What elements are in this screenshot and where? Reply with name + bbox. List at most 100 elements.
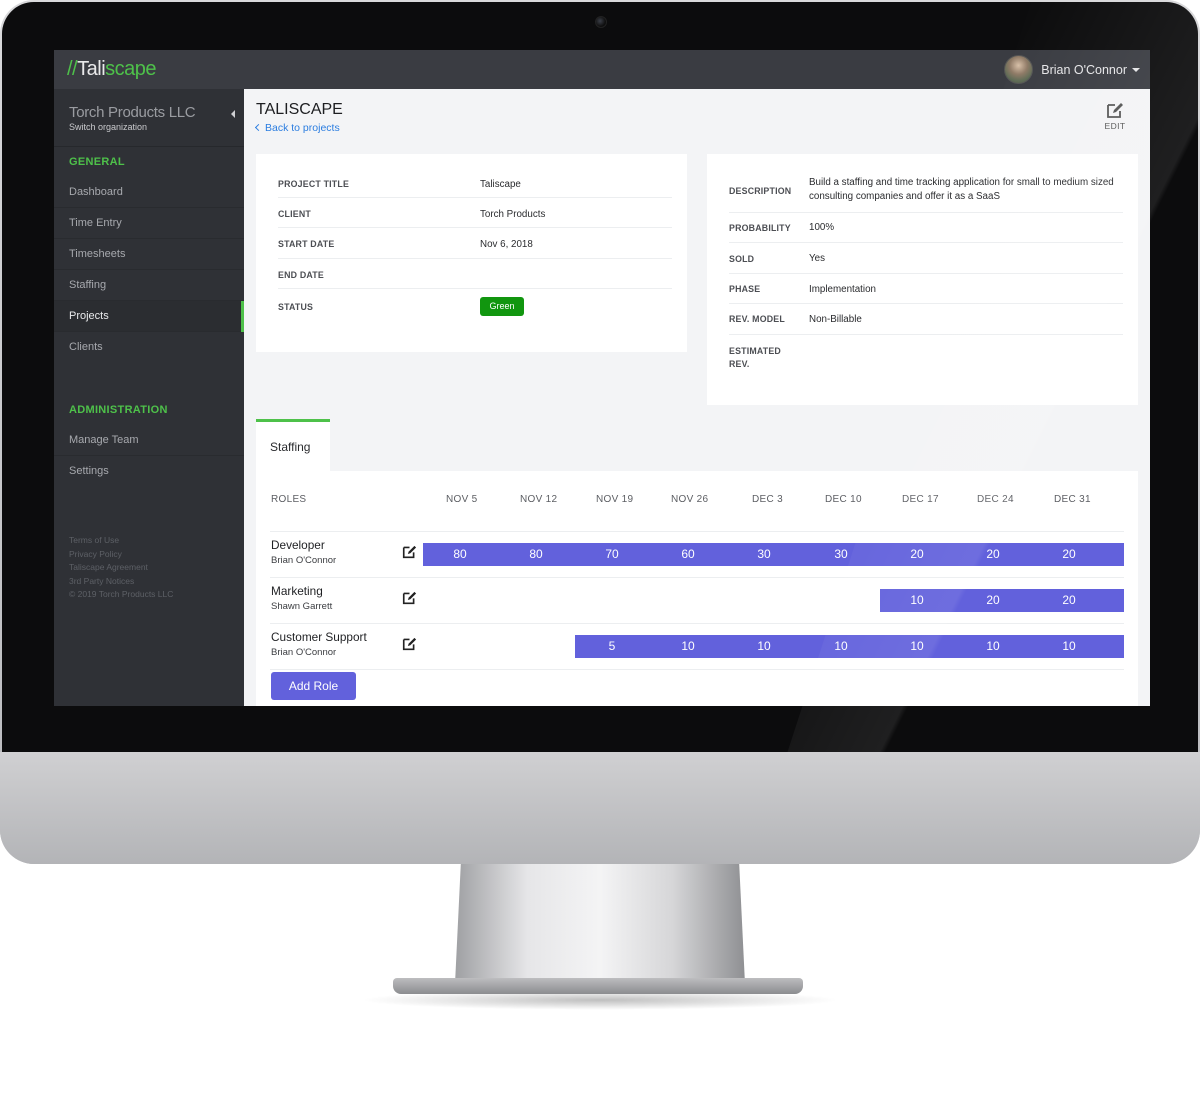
field-value: Torch Products xyxy=(480,209,546,220)
sidebar-item-timesheets[interactable]: Timesheets xyxy=(54,239,244,270)
back-link[interactable]: Back to projects xyxy=(254,122,340,134)
collapse-sidebar-icon[interactable] xyxy=(231,110,235,118)
top-bar: //Taliscape Brian O'Connor xyxy=(54,50,1150,89)
field-rev-model: REV. MODEL Non-Billable xyxy=(729,304,1123,335)
allocation-value: 10 xyxy=(910,593,924,607)
role-name: Customer Support xyxy=(271,630,367,644)
week-header: NOV 5 xyxy=(446,494,478,505)
allocation-value: 10 xyxy=(986,639,1000,653)
role-name: Developer xyxy=(271,538,325,552)
allocation-value: 20 xyxy=(1062,593,1076,607)
field-sold: SOLD Yes xyxy=(729,243,1123,274)
field-probability: PROBABILITY 100% xyxy=(729,213,1123,243)
user-menu[interactable]: Brian O'Connor xyxy=(1004,55,1140,84)
org-name[interactable]: Torch Products LLC xyxy=(69,104,196,121)
sidebar-item-staffing[interactable]: Staffing xyxy=(54,270,244,301)
role-person: Shawn Garrett xyxy=(271,601,333,612)
staffing-bar[interactable]: 10 20 20 xyxy=(880,589,1124,612)
edit-icon xyxy=(1107,103,1123,118)
monitor-stand xyxy=(455,864,745,984)
allocation-value: 10 xyxy=(834,639,848,653)
add-role-button[interactable]: Add Role xyxy=(271,672,356,700)
roles-header: ROLES xyxy=(271,494,307,505)
allocation-value: 60 xyxy=(681,547,695,561)
edit-row-icon[interactable] xyxy=(402,637,417,651)
field-value: Implementation xyxy=(809,284,876,295)
role-name: Marketing xyxy=(271,584,323,598)
chevron-left-icon xyxy=(254,123,263,132)
section-heading-general: GENERAL xyxy=(69,156,125,168)
field-value: Yes xyxy=(809,253,825,264)
field-label: PHASE xyxy=(729,284,761,294)
footer-link-third-party[interactable]: 3rd Party Notices xyxy=(69,575,173,589)
field-label: SOLD xyxy=(729,254,755,264)
footer-link-agreement[interactable]: Taliscape Agreement xyxy=(69,561,173,575)
edit-label: EDIT xyxy=(1104,121,1126,131)
field-end-date: END DATE xyxy=(278,259,672,289)
field-label: REV. MODEL xyxy=(729,314,785,324)
allocation-value: 30 xyxy=(757,547,771,561)
app-logo[interactable]: //Taliscape xyxy=(67,58,157,81)
week-header: DEC 10 xyxy=(825,494,862,505)
edit-row-icon[interactable] xyxy=(402,545,417,559)
project-info-card: DESCRIPTION Build a staffing and time tr… xyxy=(707,154,1138,405)
sidebar-item-manage-team[interactable]: Manage Team xyxy=(54,425,244,456)
field-phase: PHASE Implementation xyxy=(729,274,1123,304)
week-header: DEC 31 xyxy=(1054,494,1091,505)
divider xyxy=(270,669,1124,670)
footer-link-terms[interactable]: Terms of Use xyxy=(69,534,173,548)
tab-label[interactable]: Staffing xyxy=(270,440,310,454)
field-label: PROBABILITY xyxy=(729,223,791,233)
staffing-panel: ROLES NOV 5 NOV 12 NOV 19 NOV 26 DEC 3 D… xyxy=(256,471,1138,706)
copyright: © 2019 Torch Products LLC xyxy=(69,589,174,600)
chevron-down-icon[interactable] xyxy=(1132,67,1140,72)
tab-staffing[interactable]: Staffing xyxy=(256,419,330,471)
role-person: Brian O'Connor xyxy=(271,555,337,566)
allocation-value: 70 xyxy=(605,547,619,561)
sidebar-item-dashboard[interactable]: Dashboard xyxy=(54,177,244,208)
field-label: END DATE xyxy=(278,270,324,280)
user-name[interactable]: Brian O'Connor xyxy=(1041,63,1127,77)
field-status: STATUS Green xyxy=(278,289,672,323)
allocation-value: 5 xyxy=(608,639,616,653)
divider xyxy=(270,623,1124,624)
switch-org-link[interactable]: Switch organization xyxy=(69,122,195,132)
edit-button[interactable]: EDIT xyxy=(1100,102,1130,131)
org-switcher[interactable]: Torch Products LLC Switch organization xyxy=(69,104,196,132)
section-heading-administration: ADMINISTRATION xyxy=(69,404,168,416)
field-label: ESTIMATED REV. xyxy=(729,346,781,369)
sidebar-item-settings[interactable]: Settings xyxy=(54,456,244,487)
field-start-date: START DATE Nov 6, 2018 xyxy=(278,228,672,259)
field-description: DESCRIPTION Build a staffing and time tr… xyxy=(729,171,1123,213)
monitor-chin xyxy=(0,752,1200,864)
staffing-bar[interactable]: 5 10 10 10 10 10 10 xyxy=(575,635,1124,658)
sidebar: Torch Products LLC Switch organization G… xyxy=(54,89,244,706)
edit-row-icon[interactable] xyxy=(402,591,417,605)
field-client: CLIENT Torch Products xyxy=(278,198,672,228)
week-header: DEC 17 xyxy=(902,494,939,505)
field-value: 100% xyxy=(809,222,835,233)
field-label: DESCRIPTION xyxy=(729,186,792,196)
allocation-value: 10 xyxy=(910,639,924,653)
sidebar-item-clients[interactable]: Clients xyxy=(54,332,244,363)
staffing-bar[interactable]: 80 80 70 60 30 30 20 20 20 xyxy=(423,543,1124,566)
field-estimated-rev: ESTIMATED REV. xyxy=(729,335,1123,379)
avatar[interactable] xyxy=(1004,55,1034,84)
week-header: DEC 24 xyxy=(977,494,1014,505)
footer-link-privacy[interactable]: Privacy Policy xyxy=(69,548,173,562)
allocation-value: 20 xyxy=(986,547,1000,561)
back-link-label[interactable]: Back to projects xyxy=(265,122,340,134)
field-value: Nov 6, 2018 xyxy=(480,239,533,250)
footer-links: Terms of Use Privacy Policy Taliscape Ag… xyxy=(69,534,173,602)
allocation-value: 10 xyxy=(681,639,695,653)
sidebar-item-time-entry[interactable]: Time Entry xyxy=(54,208,244,239)
logo-accent: scape xyxy=(105,58,157,80)
field-value: Non-Billable xyxy=(809,314,862,325)
field-value: Build a staffing and time tracking appli… xyxy=(809,177,1114,202)
week-header: DEC 3 xyxy=(752,494,783,505)
monitor-frame: //Taliscape Brian O'Connor Torch Product… xyxy=(0,0,1200,864)
field-label: STATUS xyxy=(278,302,314,312)
sidebar-item-projects[interactable]: Projects xyxy=(54,301,244,332)
allocation-value: 20 xyxy=(1062,547,1076,561)
allocation-value: 20 xyxy=(986,593,1000,607)
